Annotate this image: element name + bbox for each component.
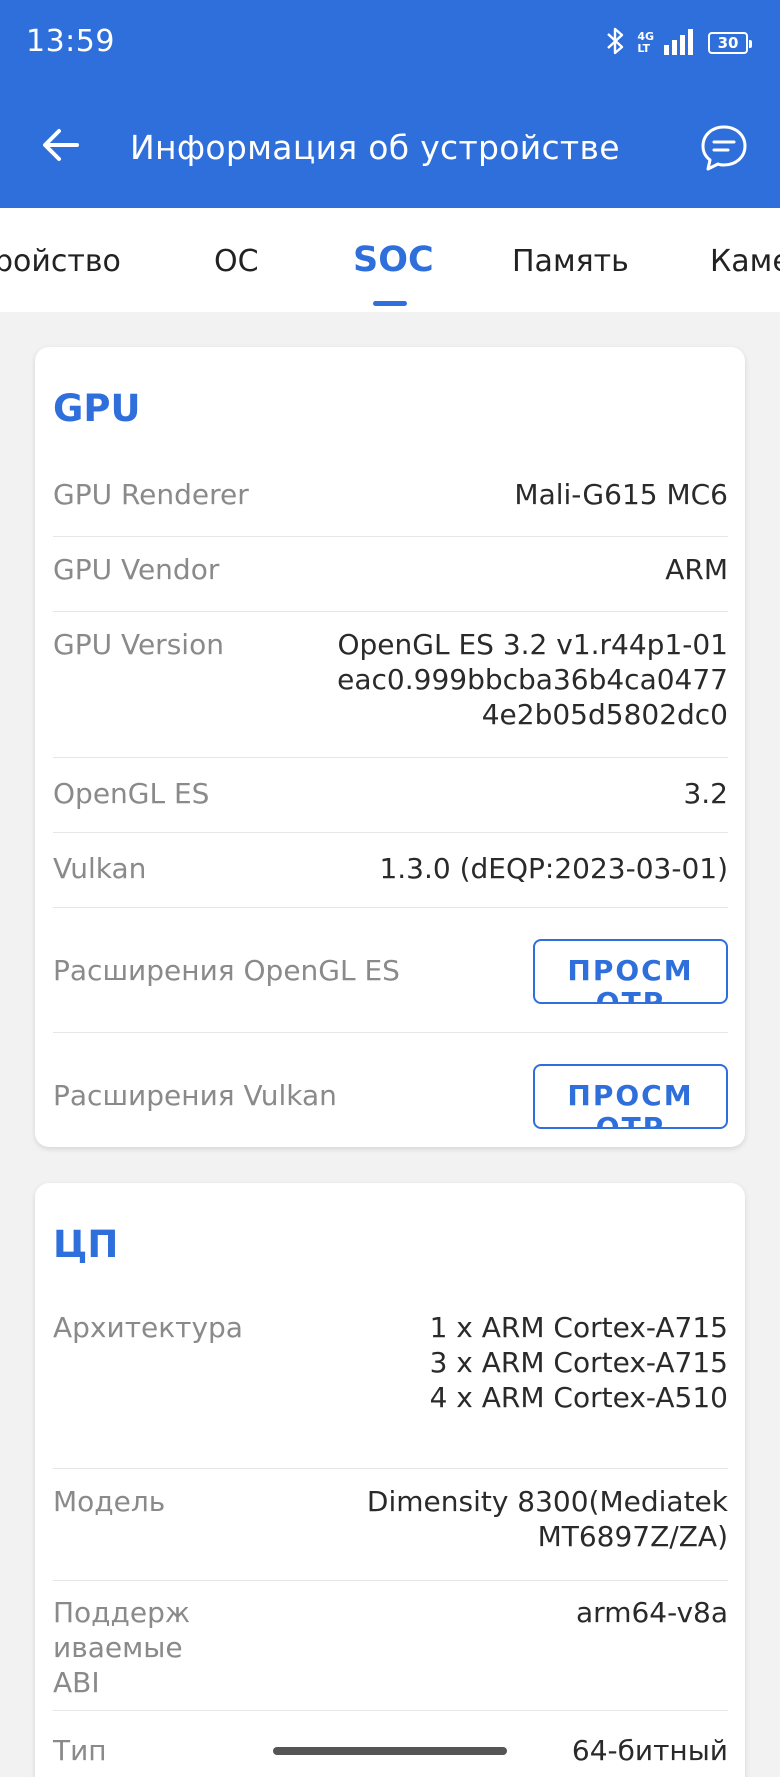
row-label: GPU Version bbox=[53, 628, 224, 661]
tab-memory[interactable]: Память bbox=[512, 244, 629, 279]
tab-camera[interactable]: Каме bbox=[710, 244, 780, 279]
tab-device[interactable]: ройство bbox=[0, 244, 121, 279]
row-value: 3.2 bbox=[683, 777, 728, 810]
bluetooth-icon bbox=[605, 26, 627, 60]
view-opengl-extensions-button[interactable]: ПРОСМОТР bbox=[533, 939, 728, 1004]
row-value: Dimensity 8300(Mediatek MT6897Z/ZA) bbox=[366, 1485, 728, 1553]
gpu-row-opengl: OpenGL ES 3.2 bbox=[53, 758, 728, 833]
status-icons: 4G LT 30 bbox=[605, 26, 752, 60]
tab-os[interactable]: ОС bbox=[214, 244, 259, 279]
gpu-card: GPU GPU Renderer Mali-G615 MC6 GPU Vendo… bbox=[35, 347, 745, 1147]
row-value: arm64-v8a bbox=[576, 1596, 728, 1629]
cpu-card-title: ЦП bbox=[53, 1223, 119, 1266]
cpu-row-type: Тип 64-битный bbox=[53, 1711, 728, 1777]
signal-icon bbox=[664, 27, 698, 59]
gpu-row-vulkan-extensions: Расширения Vulkan ПРОСМОТР bbox=[53, 1033, 728, 1147]
row-label: Архитектура bbox=[53, 1311, 243, 1344]
gpu-row-vulkan: Vulkan 1.3.0 (dEQP:2023-03-01) bbox=[53, 833, 728, 908]
app-bar: 13:59 4G LT 30 Информация об устройстве bbox=[0, 0, 780, 208]
cpu-row-model: Модель Dimensity 8300(Mediatek MT6897Z/Z… bbox=[53, 1469, 728, 1581]
row-label: OpenGL ES bbox=[53, 777, 210, 810]
row-label: Тип bbox=[53, 1734, 107, 1767]
row-label: GPU Renderer bbox=[53, 478, 249, 511]
row-label: Vulkan bbox=[53, 852, 147, 885]
feedback-button[interactable] bbox=[698, 122, 750, 174]
status-time: 13:59 bbox=[26, 24, 115, 59]
cpu-card: ЦП Архитектура 1 x ARM Cortex-A715 3 x A… bbox=[35, 1183, 745, 1777]
tab-soc[interactable]: SOC bbox=[353, 240, 434, 280]
tab-bar: ройство ОС SOC Память Каме bbox=[0, 208, 780, 312]
row-label: Модель bbox=[53, 1485, 166, 1518]
row-label: Поддерж иваемые ABI bbox=[53, 1596, 191, 1699]
cpu-row-abi: Поддерж иваемые ABI arm64-v8a bbox=[53, 1581, 728, 1711]
gpu-row-version: GPU Version OpenGL ES 3.2 v1.r44p1-01 ea… bbox=[53, 612, 728, 758]
back-button[interactable] bbox=[38, 124, 84, 170]
row-label: Расширения OpenGL ES bbox=[53, 954, 400, 987]
row-value: ARM bbox=[665, 553, 728, 586]
gpu-row-renderer: GPU Renderer Mali-G615 MC6 bbox=[53, 457, 728, 537]
network-type: 4G LT bbox=[637, 30, 654, 55]
tab-indicator bbox=[373, 301, 407, 306]
cpu-row-architecture: Архитектура 1 x ARM Cortex-A715 3 x ARM … bbox=[53, 1293, 728, 1469]
gpu-row-vendor: GPU Vendor ARM bbox=[53, 537, 728, 612]
battery-icon: 30 bbox=[708, 32, 752, 54]
home-indicator[interactable] bbox=[273, 1747, 507, 1755]
page-title: Информация об устройстве bbox=[130, 128, 620, 167]
row-value: 64-битный bbox=[571, 1734, 728, 1767]
row-value: Mali-G615 MC6 bbox=[514, 478, 728, 511]
row-label: Расширения Vulkan bbox=[53, 1079, 337, 1112]
row-value: 1.3.0 (dEQP:2023-03-01) bbox=[379, 852, 728, 885]
gpu-row-opengl-extensions: Расширения OpenGL ES ПРОСМОТР bbox=[53, 908, 728, 1033]
view-vulkan-extensions-button[interactable]: ПРОСМОТР bbox=[533, 1064, 728, 1129]
chat-bubble-icon bbox=[698, 125, 750, 178]
row-value: OpenGL ES 3.2 v1.r44p1-01 eac0.999bbcba3… bbox=[337, 628, 728, 731]
row-value: 1 x ARM Cortex-A715 3 x ARM Cortex-A715 … bbox=[429, 1311, 728, 1414]
row-label: GPU Vendor bbox=[53, 553, 220, 586]
gpu-card-title: GPU bbox=[53, 387, 141, 430]
arrow-left-icon bbox=[41, 127, 81, 167]
